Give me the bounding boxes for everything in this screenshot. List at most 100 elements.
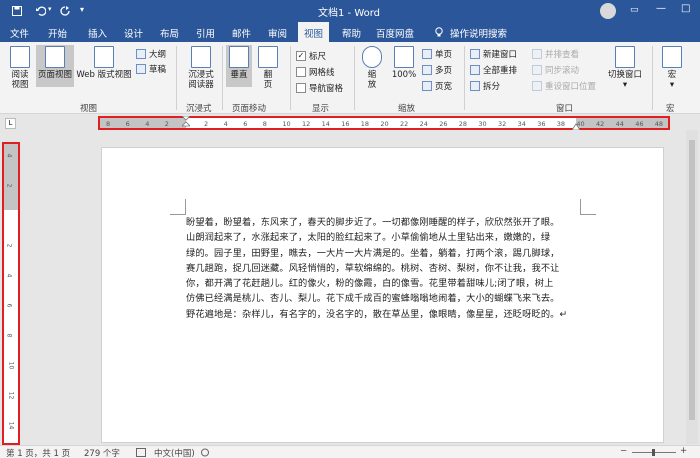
ruler-left-margin <box>100 118 186 128</box>
ruler-number: 34 <box>517 120 526 128</box>
divider <box>652 46 653 110</box>
web-layout-icon <box>94 46 114 68</box>
text-line: 你，都开满了花赶趟儿。红的像火，粉的像霞，白的像雪。花里带着甜味儿;闭了眼，树上 <box>186 278 554 290</box>
print-layout-button[interactable]: 页面视图 <box>36 45 74 87</box>
qat-dropdown-icon[interactable]: ▾ <box>80 5 84 14</box>
split-icon <box>470 81 480 91</box>
horizontal-ruler[interactable]: 8 6 4 2 2 4 6 8 10 12 14 16 18 20 22 24 26 28 30 32 34 36 38 40… <box>98 116 670 130</box>
lightbulb-icon <box>435 27 443 37</box>
web-layout-button[interactable]: Web 版式视图 <box>74 46 134 80</box>
side-by-side-button[interactable]: 并排查看 <box>532 48 579 60</box>
ruler-number: 26 <box>439 120 448 128</box>
sync-scroll-icon <box>532 65 542 75</box>
tab-review[interactable]: 审阅 <box>268 26 287 40</box>
side-to-side-button[interactable]: 翻 页 <box>256 46 280 90</box>
new-window-icon <box>470 49 480 59</box>
one-page-button[interactable]: 单页 <box>422 48 452 60</box>
indent-marker-icon[interactable] <box>182 116 190 130</box>
switch-windows-button[interactable]: 切换窗口 ▾ <box>604 46 646 90</box>
tab-references[interactable]: 引用 <box>196 26 215 40</box>
ruler-number: 16 <box>341 120 350 128</box>
ruler-number: 2 <box>204 120 209 128</box>
magnifier-icon <box>362 46 382 68</box>
sync-scroll-button[interactable]: 同步滚动 <box>532 64 579 76</box>
redo-icon[interactable] <box>60 6 70 16</box>
divider <box>176 46 177 110</box>
tab-help[interactable]: 帮助 <box>342 26 361 40</box>
ruler-number: 4 <box>145 120 150 128</box>
tab-insert[interactable]: 插入 <box>88 26 107 40</box>
undo-icon[interactable] <box>36 6 46 16</box>
ruler-number: 20 <box>380 120 389 128</box>
ribbon-display-icon[interactable]: ▭ <box>630 5 639 15</box>
ruler-number: 36 <box>537 120 546 128</box>
accessibility-icon[interactable] <box>200 448 210 457</box>
text-line: 山朗润起来了，水涨起来了，太阳的脸红起来了。小草偷偷地从土里钻出来，嫩嫩的，绿 <box>186 232 551 244</box>
group-label-immersive: 沉浸式 <box>186 104 212 114</box>
page-width-button[interactable]: 页宽 <box>422 80 452 92</box>
outline-button[interactable]: 大纲 <box>136 48 166 60</box>
divider <box>222 46 223 110</box>
gridlines-checkbox[interactable]: 网格线 <box>296 66 335 78</box>
right-indent-marker-icon[interactable] <box>572 122 580 130</box>
zoom-in-icon[interactable]: + <box>680 446 687 456</box>
document-body[interactable]: 盼望着，盼望着，东风来了，春天的脚步近了。一切都像刚睡醒的样子，欣欣然张开了眼。… <box>186 215 578 322</box>
nav-pane-checkbox[interactable]: 导航窗格 <box>296 82 343 94</box>
language[interactable]: 中文(中国) <box>154 447 195 458</box>
vertical-ruler[interactable]: 4 2 2 4 6 8 10 12 14 <box>2 142 20 445</box>
ruler-number: 4 <box>223 120 228 128</box>
tab-layout[interactable]: 布局 <box>160 26 179 40</box>
outline-icon <box>136 49 146 59</box>
text-line: 赛几趟跑，捉几回迷藏。风轻悄悄的，草软绵绵的。桃树、杏树、梨树，你不让我，我不让 <box>186 262 560 274</box>
multiple-pages-button[interactable]: 多页 <box>422 64 452 76</box>
draft-button[interactable]: 草稿 <box>136 63 166 75</box>
tab-file[interactable]: 文件 <box>10 26 29 40</box>
vertical-icon <box>229 46 249 68</box>
tab-view[interactable]: 视图 <box>298 22 330 42</box>
tab-design[interactable]: 设计 <box>124 26 143 40</box>
maximize-icon[interactable]: □ <box>681 3 690 14</box>
chevron-down-icon: ▾ <box>669 80 675 90</box>
read-mode-button[interactable]: 阅读 视图 <box>6 46 34 90</box>
read-mode-icon <box>10 46 30 68</box>
account-avatar[interactable] <box>600 3 616 19</box>
tab-home[interactable]: 开始 <box>48 26 67 40</box>
reset-window-position-button[interactable]: 重设窗口位置 <box>532 80 596 92</box>
crop-mark-top-left <box>170 199 186 215</box>
scrollbar-thumb[interactable] <box>689 140 695 420</box>
save-icon[interactable] <box>12 6 22 16</box>
ribbon-view: 阅读 视图 页面视图 Web 版式视图 大纲 草稿 视图 沉浸式 阅读器 沉浸式… <box>0 42 700 114</box>
crop-mark-top-right <box>580 199 596 215</box>
ruler-number: 6 <box>125 120 130 128</box>
ruler-number: 2 <box>5 183 13 188</box>
ruler-number: 18 <box>360 120 370 128</box>
tab-stop-selector[interactable]: L <box>5 118 16 129</box>
vertical-button[interactable]: 垂直 <box>226 45 252 87</box>
zoom-out-icon[interactable]: − <box>620 446 627 456</box>
word-count[interactable]: 279 个字 <box>84 447 120 458</box>
group-label-page-movement: 页面移动 <box>232 104 267 114</box>
tell-me-search[interactable]: 操作说明搜索 <box>450 26 507 40</box>
tab-mailings[interactable]: 邮件 <box>232 26 251 40</box>
arrange-all-button[interactable]: 全部重排 <box>470 64 517 76</box>
ruler-number: 14 <box>7 421 15 430</box>
tab-baidu-netdisk[interactable]: 百度网盘 <box>376 26 414 40</box>
immersive-reader-button[interactable]: 沉浸式 阅读器 <box>182 46 220 90</box>
split-button[interactable]: 拆分 <box>470 80 500 92</box>
ruler-number: 30 <box>478 120 487 128</box>
undo-dropdown-icon[interactable]: ▾ <box>48 5 52 13</box>
minimize-icon[interactable]: — <box>656 3 666 14</box>
zoom-slider-thumb[interactable] <box>652 449 655 456</box>
proofing-icon[interactable] <box>136 448 146 457</box>
zoom-button[interactable]: 缩 放 <box>360 46 384 90</box>
page-count[interactable]: 第 1 页，共 1 页 <box>6 447 70 458</box>
multiple-pages-icon <box>422 65 432 75</box>
new-window-button[interactable]: 新建窗口 <box>470 48 517 60</box>
vertical-scrollbar[interactable] <box>686 130 698 444</box>
ruler-checkbox[interactable]: ✓ 标尺 <box>296 50 326 62</box>
macros-button[interactable]: 宏 ▾ <box>660 46 684 90</box>
text-line: 盼望着，盼望着，东风来了，春天的脚步近了。一切都像刚睡醒的样子，欣欣然张开了眼。 <box>186 217 560 228</box>
side-by-side-icon <box>532 49 542 59</box>
zoom-100-button[interactable]: 100% <box>388 46 420 80</box>
ruler-number: 6 <box>5 303 13 308</box>
